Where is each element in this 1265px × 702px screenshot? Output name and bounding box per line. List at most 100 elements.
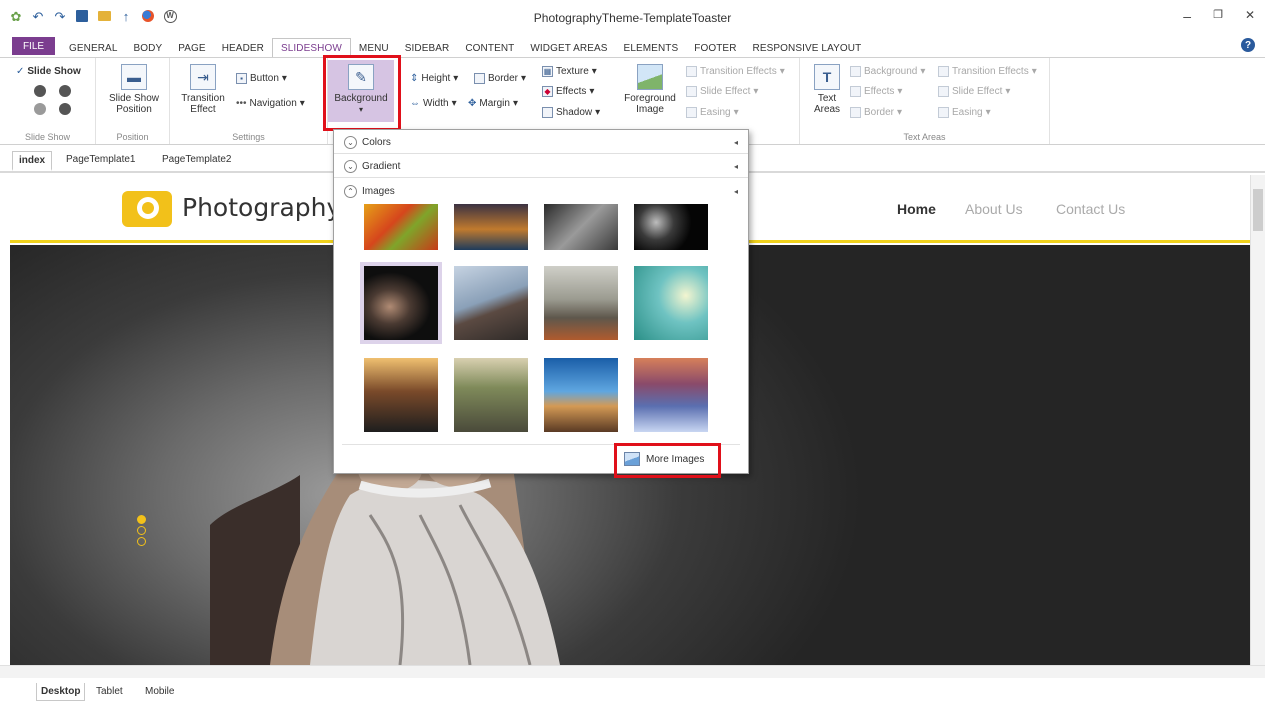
- slideshow-position-button[interactable]: ▬ Slide Show Position: [108, 64, 160, 115]
- image-thumbnail-woman-fur-dark[interactable]: [360, 262, 442, 344]
- tab-body[interactable]: BODY: [126, 38, 171, 58]
- slideshow-button-dropdown[interactable]: ▪ Button ▾: [236, 73, 287, 84]
- text-easing-label: Easing: [952, 107, 983, 118]
- height-dropdown[interactable]: ⇕ Height ▾: [410, 73, 458, 84]
- site-title[interactable]: Photography: [182, 193, 341, 222]
- tab-desktop[interactable]: Desktop: [36, 683, 86, 701]
- horizontal-scrollbar[interactable]: [0, 665, 1265, 678]
- navigation-label: Navigation: [249, 98, 297, 109]
- slide-indicator-dots: [137, 515, 146, 546]
- minimize-button[interactable]: –: [1183, 8, 1191, 24]
- margin-dropdown[interactable]: ✥ Margin ▾: [468, 98, 518, 109]
- text-background-icon: [850, 66, 861, 77]
- slideshow-checkbox[interactable]: ✓ Slide Show: [16, 66, 81, 77]
- tab-pagetemplate2[interactable]: PageTemplate2: [156, 151, 238, 168]
- pin-icon[interactable]: ◂: [734, 162, 738, 171]
- transition-effects-icon: [686, 66, 697, 77]
- pin-icon[interactable]: ◂: [734, 187, 738, 196]
- text-areas-button[interactable]: T Text Areas: [810, 64, 844, 115]
- nav-about-us[interactable]: About Us: [965, 201, 1023, 217]
- transition-effect-button[interactable]: ⇥ Transition Effect: [180, 64, 226, 115]
- tab-widget-areas[interactable]: WIDGET AREAS: [522, 38, 615, 58]
- slide-dot[interactable]: [137, 526, 146, 535]
- tab-general[interactable]: GENERAL: [61, 38, 126, 58]
- background-dropdown-panel: ⌄ Colors ◂ ⌄ Gradient ◂ ⌃ Images ◂ More …: [333, 129, 749, 474]
- image-thumbnail-bridge-river[interactable]: [544, 266, 618, 340]
- add-slide-icon[interactable]: [34, 85, 46, 97]
- border-dropdown[interactable]: Border ▾: [474, 73, 526, 84]
- text-transition-effects-icon: [938, 66, 949, 77]
- image-thumbnail-car-road[interactable]: [364, 358, 438, 432]
- vertical-scrollbar[interactable]: [1250, 175, 1265, 665]
- slide-dot[interactable]: [137, 515, 146, 524]
- text-effects-label: Effects: [864, 86, 895, 97]
- position-group: ▬ Slide Show Position Position: [96, 58, 170, 144]
- image-thumbnail-balloon-sky[interactable]: [634, 266, 708, 340]
- tab-tablet[interactable]: Tablet: [92, 683, 127, 700]
- next-slide-icon[interactable]: [59, 103, 71, 115]
- dropdown-arrow-icon: ▾: [985, 107, 991, 118]
- tab-page[interactable]: PAGE: [170, 38, 213, 58]
- image-thumbnail-traveler-road[interactable]: [454, 358, 528, 432]
- help-icon[interactable]: ?: [1241, 38, 1255, 52]
- colors-section-header[interactable]: ⌄ Colors ◂: [334, 132, 748, 154]
- image-thumbnail-city-lights[interactable]: [634, 358, 708, 432]
- text-transition-effects-label: Transition Effects: [952, 66, 1029, 77]
- tab-footer[interactable]: FOOTER: [686, 38, 744, 58]
- gradient-section-label: Gradient: [362, 161, 401, 172]
- tab-content[interactable]: CONTENT: [457, 38, 522, 58]
- text-background-dropdown[interactable]: Background ▾: [850, 66, 925, 77]
- image-thumbnail-photographer-mountains[interactable]: [454, 266, 528, 340]
- effects-dropdown[interactable]: ◆ Effects ▾: [542, 86, 594, 97]
- easing-dropdown[interactable]: Easing ▾: [686, 107, 739, 118]
- slide-effect-icon: [686, 86, 697, 97]
- tab-file[interactable]: FILE: [12, 37, 55, 55]
- dropdown-arrow-icon: ▾: [1005, 86, 1011, 97]
- image-thumbnail-city-night[interactable]: [454, 204, 528, 250]
- texture-dropdown[interactable]: ▦ Texture ▾: [542, 66, 597, 77]
- slideshow-group-label: Slide Show: [24, 132, 71, 142]
- close-button[interactable]: ✕: [1245, 8, 1255, 24]
- tab-mobile[interactable]: Mobile: [141, 683, 178, 700]
- text-transition-effects-dropdown[interactable]: Transition Effects ▾: [938, 66, 1037, 77]
- width-dropdown[interactable]: ⇔ Width ▾: [410, 98, 457, 109]
- nav-contact-us[interactable]: Contact Us: [1056, 201, 1125, 217]
- image-thumbnail-road-horizon[interactable]: [544, 358, 618, 432]
- slide-effect-dropdown[interactable]: Slide Effect ▾: [686, 86, 758, 97]
- chevron-up-icon: ⌃: [344, 184, 357, 198]
- shadow-dropdown[interactable]: Shadow ▾: [542, 107, 600, 118]
- nav-home[interactable]: Home: [897, 201, 936, 217]
- prev-slide-icon[interactable]: [34, 103, 46, 115]
- text-easing-dropdown[interactable]: Easing ▾: [938, 107, 991, 118]
- text-effects-dropdown[interactable]: Effects ▾: [850, 86, 902, 97]
- transition-effects-dropdown[interactable]: Transition Effects ▾: [686, 66, 785, 77]
- image-thumbnail-hands-phone[interactable]: [544, 204, 618, 250]
- text-border-dropdown[interactable]: Border ▾: [850, 107, 902, 118]
- colors-section-label: Colors: [362, 137, 391, 148]
- text-slide-effect-dropdown[interactable]: Slide Effect ▾: [938, 86, 1010, 97]
- dropdown-arrow-icon: ▾: [779, 66, 785, 77]
- tab-index[interactable]: index: [12, 151, 53, 171]
- foreground-image-label: Foreground Image: [624, 93, 676, 115]
- tab-pagetemplate1[interactable]: PageTemplate1: [60, 151, 142, 168]
- remove-slide-icon[interactable]: [59, 85, 71, 97]
- foreground-image-button[interactable]: Foreground Image: [622, 64, 678, 115]
- text-areas-group-label: Text Areas: [903, 132, 946, 142]
- easing-icon: [686, 107, 697, 118]
- scrollbar-thumb[interactable]: [1253, 189, 1263, 231]
- images-section-header[interactable]: ⌃ Images ◂: [334, 180, 748, 202]
- tab-header[interactable]: HEADER: [214, 38, 272, 58]
- image-thumbnail-dark-portrait[interactable]: [634, 204, 708, 250]
- image-thumbnail-autumn-leaves[interactable]: [364, 204, 438, 250]
- restore-button[interactable]: ❐: [1213, 8, 1223, 24]
- slide-dot[interactable]: [137, 537, 146, 546]
- tab-sidebar[interactable]: SIDEBAR: [397, 38, 458, 58]
- pin-icon[interactable]: ◂: [734, 138, 738, 147]
- tab-elements[interactable]: ELEMENTS: [616, 38, 687, 58]
- dropdown-arrow-icon: ▾: [591, 66, 597, 77]
- navigation-dropdown[interactable]: ••• Navigation ▾: [236, 98, 305, 109]
- dropdown-arrow-icon: ▾: [733, 107, 739, 118]
- transition-effect-label: Transition Effect: [181, 93, 225, 115]
- gradient-section-header[interactable]: ⌄ Gradient ◂: [334, 156, 748, 178]
- tab-responsive-layout[interactable]: RESPONSIVE LAYOUT: [745, 38, 870, 58]
